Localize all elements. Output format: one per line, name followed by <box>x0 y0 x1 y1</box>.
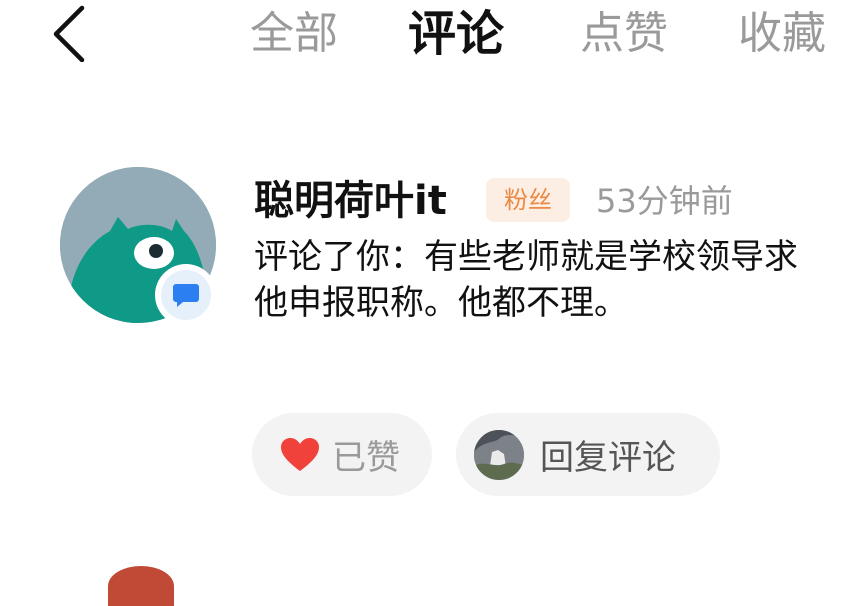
landscape-avatar-image <box>474 429 524 480</box>
fan-badge: 粉丝 <box>486 178 570 222</box>
tab-comments[interactable]: 评论 <box>408 2 504 66</box>
tab-likes[interactable]: 点赞 <box>580 2 668 66</box>
next-item-avatar[interactable] <box>108 566 174 606</box>
tab-bar: 全部 评论 点赞 收藏 <box>0 2 857 66</box>
comment-type-badge <box>155 264 217 326</box>
message-icon <box>173 284 199 307</box>
like-button[interactable]: 已赞 <box>252 413 432 496</box>
tab-favorites[interactable]: 收藏 <box>738 2 826 66</box>
reply-label: 回复评论 <box>540 438 676 478</box>
timestamp: 53分钟前 <box>596 182 733 220</box>
like-label: 已赞 <box>332 438 400 478</box>
tab-all[interactable]: 全部 <box>250 2 338 66</box>
reply-button[interactable]: 回复评论 <box>456 413 720 496</box>
heart-icon <box>281 437 319 471</box>
username[interactable]: 聪明荷叶it <box>254 172 447 230</box>
comment-text[interactable]: 评论了你：有些老师就是学校领导求他申报职称。他都不理。 <box>254 234 814 326</box>
my-avatar <box>474 429 524 480</box>
